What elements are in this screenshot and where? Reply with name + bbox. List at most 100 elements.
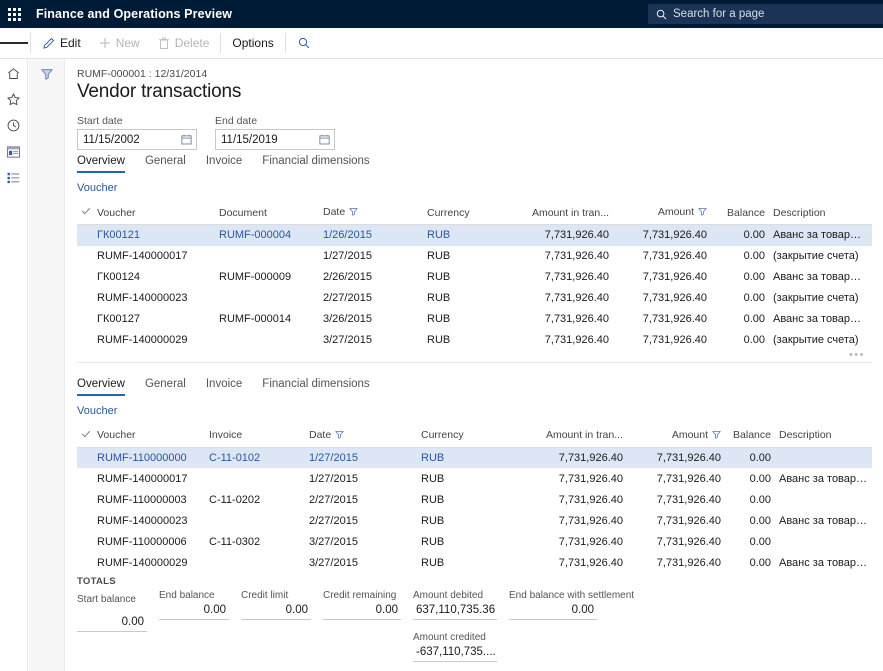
tab-overview[interactable]: Overview	[77, 373, 125, 396]
row-checkbox[interactable]	[77, 309, 93, 330]
tab-invoice[interactable]: Invoice	[206, 150, 242, 173]
column-header-balance[interactable]: Balance	[725, 426, 775, 448]
table-row[interactable]: RUMF-110000006C-11-03023/27/2015RUB7,731…	[77, 531, 872, 552]
cell-description: Аванс за товары Я,Да...	[775, 552, 872, 573]
end-date-input[interactable]: 11/15/2019	[215, 129, 335, 150]
table-row[interactable]: ГК00124RUMF-0000092/26/2015RUB7,731,926.…	[77, 267, 872, 288]
row-checkbox[interactable]	[77, 552, 93, 573]
sidebar-item-favorites[interactable]	[0, 89, 28, 115]
table-row[interactable]: ГК00121RUMF-0000041/26/2015RUB7,731,926.…	[77, 225, 872, 246]
column-header-date-label: Date	[323, 206, 345, 218]
cell-invoice	[205, 468, 305, 489]
options-button[interactable]: Options	[223, 28, 282, 59]
select-all-checkbox[interactable]	[77, 426, 93, 448]
sidebar-item-workspaces[interactable]	[0, 141, 28, 167]
column-header-date-label: Date	[309, 429, 331, 441]
table-row[interactable]: RUMF-1400000171/27/2015RUB7,731,926.407,…	[77, 246, 872, 267]
column-header-amount-in-transaction[interactable]: Amount in tran...	[503, 203, 613, 225]
cell-currency: RUB	[423, 309, 503, 330]
start-date-input[interactable]: 11/15/2002	[77, 129, 197, 150]
cell-document	[215, 288, 319, 309]
table-row[interactable]: RUMF-110000003C-11-02022/27/2015RUB7,731…	[77, 489, 872, 510]
calendar-icon[interactable]	[319, 134, 330, 145]
cell-document	[215, 330, 319, 351]
column-header-amount[interactable]: Amount	[613, 203, 711, 225]
toolbar-divider-3	[285, 33, 286, 53]
select-all-checkbox[interactable]	[77, 203, 93, 225]
cell-amount: 7,731,926.40	[613, 225, 711, 246]
app-launcher-icon[interactable]	[0, 0, 28, 28]
end-balance-value[interactable]: 0.00	[159, 603, 229, 620]
cell-voucher: ГК00121	[93, 225, 215, 246]
row-checkbox[interactable]	[77, 330, 93, 351]
tab-financial-dimensions[interactable]: Financial dimensions	[262, 373, 369, 396]
row-checkbox[interactable]	[77, 267, 93, 288]
sidebar-item-home[interactable]	[0, 63, 28, 89]
row-checkbox[interactable]	[77, 288, 93, 309]
row-checkbox[interactable]	[77, 447, 93, 468]
column-header-invoice[interactable]: Invoice	[205, 426, 305, 448]
credit-limit-value[interactable]: 0.00	[241, 603, 311, 620]
column-header-document[interactable]: Document	[215, 203, 319, 225]
table-row[interactable]: RUMF-1400000171/27/2015RUB7,731,926.407,…	[77, 468, 872, 489]
table-row[interactable]: ГК00127RUMF-0000143/26/2015RUB7,731,926.…	[77, 309, 872, 330]
column-header-date[interactable]: Date	[305, 426, 417, 448]
grid-top-overflow-indicator: •••	[66, 351, 883, 362]
tab-overview[interactable]: Overview	[77, 150, 125, 173]
end-balance-with-settlement-value[interactable]: 0.00	[509, 603, 597, 620]
sidebar-item-modules[interactable]	[0, 167, 28, 193]
totals-credit-remaining-group: Credit remaining 0.00	[323, 590, 401, 662]
new-button[interactable]: New	[90, 28, 149, 59]
column-header-balance[interactable]: Balance	[711, 203, 769, 225]
table-row[interactable]: RUMF-1400000232/27/2015RUB7,731,926.407,…	[77, 510, 872, 531]
page-search-button[interactable]	[288, 28, 325, 59]
cell-amount: 7,731,926.40	[627, 510, 725, 531]
filter-icon	[712, 430, 721, 442]
amount-debited-value[interactable]: 637,110,735.36	[413, 603, 497, 620]
column-header-description[interactable]: Description	[775, 426, 872, 448]
global-search-box[interactable]: Search for a page	[648, 4, 883, 24]
table-row[interactable]: RUMF-1400000232/27/2015RUB7,731,926.407,…	[77, 288, 872, 309]
column-header-currency[interactable]: Currency	[423, 203, 503, 225]
column-header-amount[interactable]: Amount	[627, 426, 725, 448]
tab-financial-dimensions[interactable]: Financial dimensions	[262, 150, 369, 173]
cell-balance: 0.00	[711, 246, 769, 267]
cell-amount-in-transaction: 7,731,926.40	[503, 288, 613, 309]
column-header-date[interactable]: Date	[319, 203, 423, 225]
column-header-amount-in-transaction[interactable]: Amount in tran...	[517, 426, 627, 448]
row-checkbox[interactable]	[77, 468, 93, 489]
tab-general[interactable]: General	[145, 150, 186, 173]
credit-remaining-value[interactable]: 0.00	[323, 603, 401, 620]
table-row[interactable]: RUMF-1400000293/27/2015RUB7,731,926.407,…	[77, 330, 872, 351]
cell-balance: 0.00	[711, 225, 769, 246]
filter-toggle-button[interactable]	[36, 65, 58, 87]
subtab-voucher-top[interactable]: Voucher	[77, 182, 117, 194]
delete-button[interactable]: Delete	[149, 28, 219, 59]
cell-invoice: C-11-0202	[205, 489, 305, 510]
tab-invoice[interactable]: Invoice	[206, 373, 242, 396]
row-checkbox[interactable]	[77, 531, 93, 552]
row-checkbox[interactable]	[77, 489, 93, 510]
filter-icon	[335, 430, 344, 442]
start-balance-value[interactable]: 0.00	[77, 615, 147, 632]
column-header-currency[interactable]: Currency	[417, 426, 517, 448]
amount-credited-value[interactable]: -637,110,735....	[413, 645, 497, 662]
edit-button[interactable]: Edit	[33, 28, 90, 59]
nav-menu-icon[interactable]	[0, 28, 28, 59]
table-row[interactable]: RUMF-1400000293/27/2015RUB7,731,926.407,…	[77, 552, 872, 573]
cell-amount-in-transaction: 7,731,926.40	[517, 468, 627, 489]
grid-header-row: Voucher Document Date Currency Amount in…	[77, 203, 872, 225]
table-row[interactable]: RUMF-110000000C-11-01021/27/2015RUB7,731…	[77, 447, 872, 468]
sidebar-item-recent[interactable]	[0, 115, 28, 141]
calendar-icon[interactable]	[181, 134, 192, 145]
row-checkbox[interactable]	[77, 225, 93, 246]
tab-general[interactable]: General	[145, 373, 186, 396]
row-checkbox[interactable]	[77, 246, 93, 267]
row-checkbox[interactable]	[77, 510, 93, 531]
column-header-voucher[interactable]: Voucher	[93, 203, 215, 225]
column-header-description[interactable]: Description	[769, 203, 872, 225]
cell-amount-in-transaction: 7,731,926.40	[517, 447, 627, 468]
subtab-voucher-bottom[interactable]: Voucher	[77, 405, 117, 417]
column-header-voucher[interactable]: Voucher	[93, 426, 205, 448]
column-header-amount-label: Amount	[672, 429, 708, 441]
